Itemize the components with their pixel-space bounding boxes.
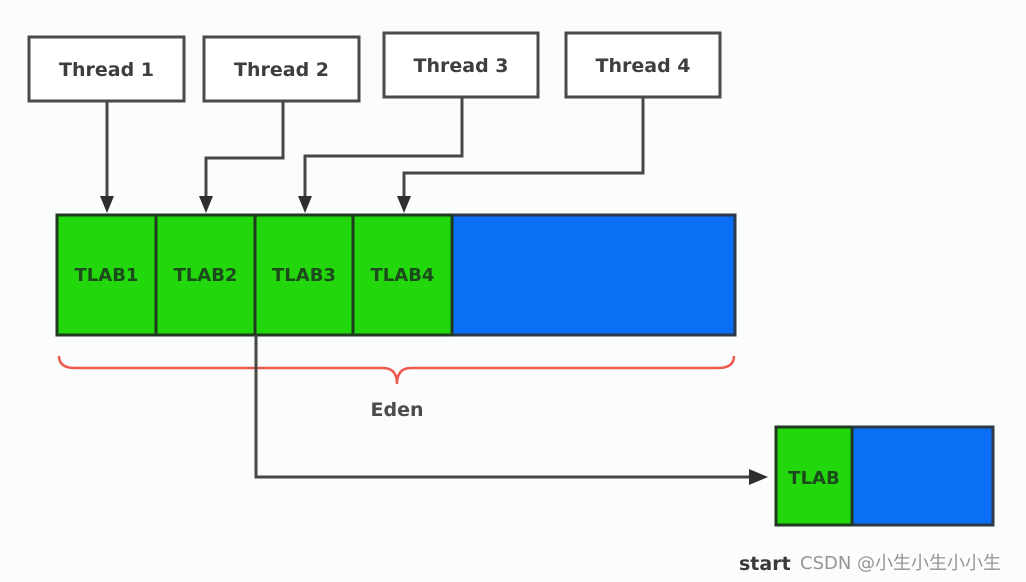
thread-label-4: Thread 4 <box>596 55 691 77</box>
thread-box-3: Thread 3 <box>382 31 540 99</box>
arrowhead-icon <box>199 196 213 213</box>
thread-label-3: Thread 3 <box>414 55 509 77</box>
thread-box-1: Thread 1 <box>27 35 186 103</box>
tlab-detail-label: TLAB <box>788 468 839 489</box>
tlab-diagram: Thread 1 Thread 2 Thread 3 Thread 4 TLAB… <box>27 31 1001 575</box>
tlab-detail-free <box>850 425 995 527</box>
eden-bar: TLAB1 TLAB2 TLAB3 TLAB4 <box>55 213 737 337</box>
thread-label-2: Thread 2 <box>234 59 329 81</box>
eden-free-space <box>450 213 737 337</box>
connector-thread1-tlab1 <box>100 101 114 213</box>
tlab-label-2: TLAB2 <box>174 265 238 286</box>
thread-box-2: Thread 2 <box>202 35 361 103</box>
tlab-label-4: TLAB4 <box>371 265 435 286</box>
connector-thread3-tlab3 <box>298 97 464 213</box>
tlab-block-4: TLAB4 <box>351 213 454 337</box>
start-label: start <box>739 553 791 575</box>
connector-tlab-detail <box>254 335 768 485</box>
eden-label: Eden <box>371 399 424 421</box>
tlab-block-3: TLAB3 <box>253 213 355 337</box>
watermark: CSDN @小生小生小小生 <box>800 553 1001 574</box>
tlab-block-2: TLAB2 <box>154 213 257 337</box>
arrowhead-icon <box>298 196 312 213</box>
arrowhead-icon <box>749 469 768 485</box>
tlab-block-1: TLAB1 <box>55 213 158 337</box>
thread-label-1: Thread 1 <box>59 59 154 81</box>
arrowhead-icon <box>397 196 411 213</box>
thread-box-4: Thread 4 <box>564 31 722 99</box>
arrowhead-icon <box>100 196 114 213</box>
tlab-label-1: TLAB1 <box>75 265 139 286</box>
tlab-detail: TLAB <box>774 425 995 527</box>
connector-thread2-tlab2 <box>199 101 285 213</box>
tlab-label-3: TLAB3 <box>272 265 336 286</box>
eden-brace <box>57 355 736 385</box>
